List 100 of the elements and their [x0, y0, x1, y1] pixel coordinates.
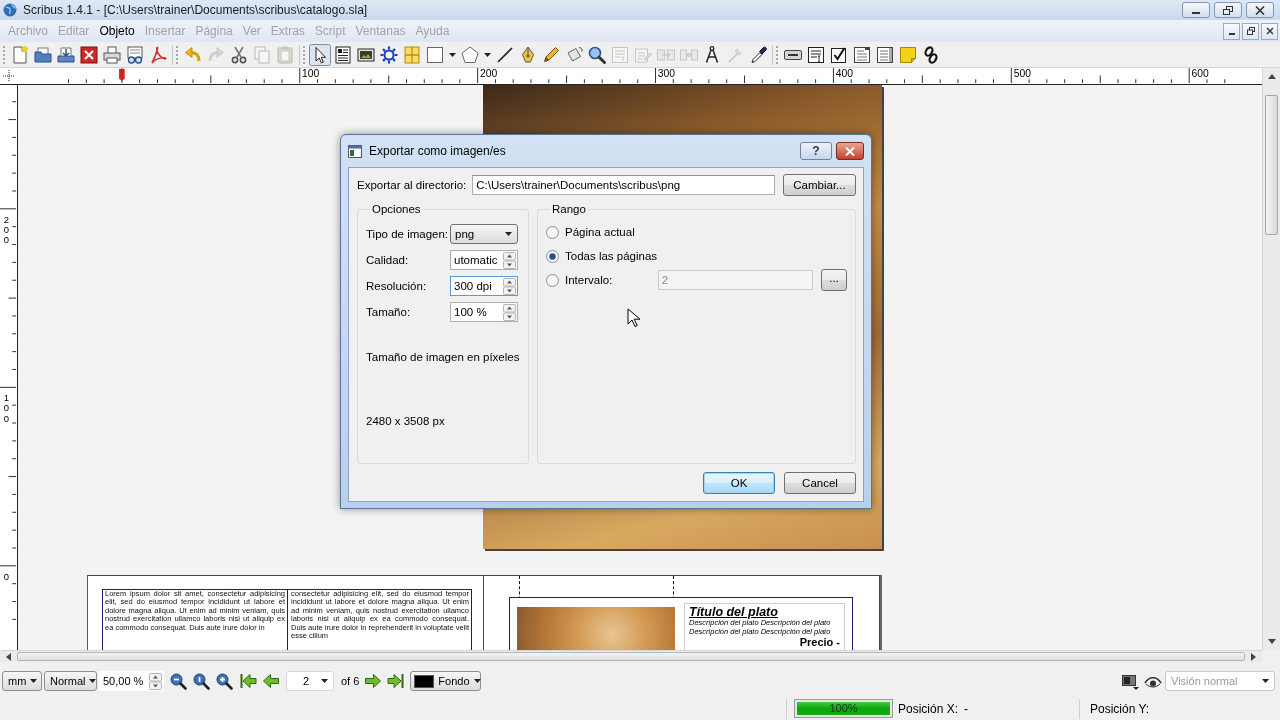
zoom-in-icon[interactable] — [215, 672, 233, 690]
group-title: Opciones — [371, 203, 422, 215]
field-label: Resolución: — [366, 280, 428, 292]
first-page-icon[interactable] — [239, 672, 257, 690]
document-close-button[interactable] — [1261, 22, 1278, 40]
dropdown[interactable]: png — [450, 224, 518, 244]
spin-arrows-icon[interactable] — [503, 303, 516, 321]
previous-page-icon[interactable] — [262, 672, 280, 690]
position-x-value: - — [964, 701, 969, 716]
close-icon — [845, 146, 855, 156]
document-minimize-button[interactable] — [1223, 22, 1240, 40]
vertical-scrollbar[interactable] — [1262, 68, 1280, 650]
field-label: Tamaño: — [366, 306, 412, 318]
crosshair-icon — [3, 70, 15, 82]
ruler-label: 100 — [3, 392, 10, 424]
restore-icon — [1223, 5, 1233, 15]
scroll-right-arrow-icon[interactable] — [1251, 652, 1256, 661]
next-page-icon[interactable] — [364, 672, 383, 690]
close-button[interactable] — [1246, 2, 1274, 18]
globe-icon — [3, 3, 17, 17]
size-heading: Tamaño de imagen en píxeles — [366, 351, 521, 363]
help-button[interactable]: ? — [800, 142, 832, 160]
page-dropdown[interactable]: 2 — [286, 671, 334, 691]
unit-dropdown[interactable]: mm — [2, 671, 42, 691]
dialog-title: Exportar como imagen/es — [369, 144, 506, 158]
spin-box[interactable]: utomatic — [450, 250, 518, 270]
radio-button[interactable] — [546, 249, 559, 263]
field-label: Exportar al directorio: — [357, 179, 467, 191]
ruler-label: 0 — [3, 570, 10, 582]
quality-dropdown[interactable]: Normal — [44, 671, 97, 691]
restore-button[interactable] — [1214, 2, 1242, 18]
group-title: Rango — [551, 203, 587, 215]
document-glasses-icon[interactable] — [124, 43, 146, 66]
browse-button[interactable]: ... — [821, 269, 847, 291]
close-icon — [1265, 27, 1274, 35]
scroll-up-arrow-icon[interactable] — [1267, 74, 1276, 79]
dish-title: Título del plato — [689, 605, 779, 619]
radio-label[interactable]: Todas las páginas — [565, 250, 658, 262]
ruler-label: 200 — [480, 68, 498, 80]
caret-icon[interactable] — [449, 52, 456, 57]
layer-dropdown[interactable]: Fondo — [410, 671, 482, 691]
caret-icon[interactable] — [484, 52, 491, 57]
zoom-actual-size-icon[interactable] — [192, 672, 210, 690]
ruler-label: 300 — [657, 68, 676, 80]
caret-icon[interactable] — [321, 679, 328, 683]
spin-arrows-icon[interactable] — [149, 672, 162, 690]
pointer-icon[interactable] — [309, 43, 331, 66]
minimize-icon — [1228, 32, 1235, 35]
radio-label[interactable]: Intervalo: — [565, 274, 652, 286]
radio-label[interactable]: Página actual — [565, 226, 635, 238]
scrollbar-thumb[interactable] — [1265, 95, 1278, 235]
zoom-out-icon[interactable] — [169, 672, 187, 690]
caret-icon[interactable] — [30, 679, 38, 683]
cancel-button[interactable]: Cancel — [784, 472, 856, 494]
preview-mode-icon[interactable] — [1121, 672, 1139, 691]
ruler-label: 600 — [1191, 68, 1209, 80]
ruler-label: 100 — [302, 68, 320, 80]
caret-icon[interactable] — [89, 679, 97, 683]
page-count: of 6 — [341, 674, 360, 689]
close-button[interactable] — [836, 142, 864, 160]
radio-button[interactable] — [546, 225, 559, 239]
window-title: Scribus 1.4.1 - [C:\Users\trainer\Documents\scribus\catalogo.sla] — [23, 3, 368, 17]
caret-icon[interactable] — [473, 679, 481, 683]
ruler-label: 200 — [3, 213, 10, 246]
scroll-left-arrow-icon[interactable] — [6, 652, 11, 661]
dish-price: Precio - — [799, 636, 840, 648]
radio-button[interactable] — [546, 273, 559, 287]
minimize-icon — [1192, 11, 1200, 14]
position-y-label: Posición Y: — [1089, 701, 1150, 716]
ok-button[interactable]: OK — [703, 472, 775, 494]
spin-arrows-icon[interactable] — [503, 277, 516, 295]
close-icon — [1255, 5, 1265, 15]
field-label: Tipo de imagen: — [366, 228, 450, 240]
progress-label: 100% — [829, 702, 858, 714]
position-x-label: Posición X: — [898, 701, 959, 716]
size-value: 2480 x 3508 px — [366, 415, 446, 427]
cursor-icon — [627, 308, 641, 328]
directory-field[interactable]: C:\Users\trainer\Documents\scribus\png — [472, 175, 775, 195]
spin-arrows-icon[interactable] — [503, 251, 516, 269]
spin-box[interactable]: 100 % — [450, 302, 518, 322]
ruler-label: 400 — [835, 68, 854, 80]
document-restore-button[interactable] — [1242, 22, 1259, 40]
zoom-spin-box[interactable]: 50,00 % — [99, 671, 164, 691]
spin-box[interactable]: 300 dpi — [450, 276, 518, 296]
scrollbar-thumb[interactable] — [17, 652, 1245, 661]
change-button[interactable]: Cambiar... — [783, 174, 856, 196]
text-frame-icon[interactable] — [332, 43, 354, 66]
field-label: Calidad: — [366, 254, 410, 266]
printer-icon[interactable] — [101, 43, 123, 66]
ruler-label: 500 — [1013, 68, 1031, 80]
origin-marker-icon — [119, 68, 125, 82]
menu-item[interactable]: Objeto — [94, 22, 140, 40]
horizontal-scrollbar[interactable] — [0, 650, 1262, 662]
scroll-down-arrow-icon[interactable] — [1267, 639, 1276, 644]
caret-icon[interactable] — [505, 232, 512, 236]
close-icon[interactable] — [78, 43, 100, 66]
last-page-icon[interactable] — [387, 672, 406, 690]
minimize-button[interactable] — [1182, 2, 1210, 18]
window-icon — [348, 144, 362, 158]
restore-icon — [1246, 27, 1255, 35]
